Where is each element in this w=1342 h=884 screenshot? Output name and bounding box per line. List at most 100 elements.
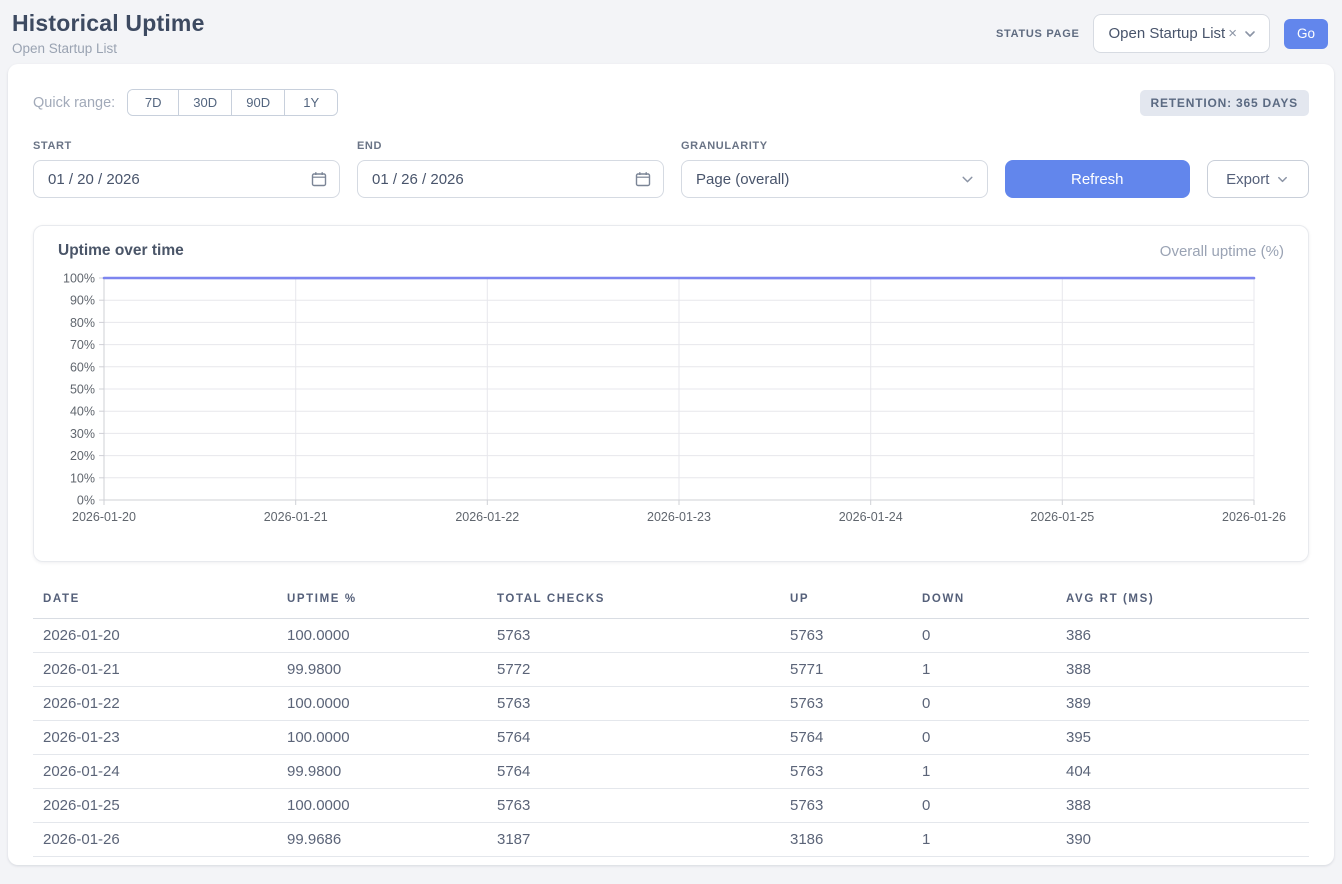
table-cell: 388: [1056, 789, 1309, 823]
table-cell: 2026-01-26: [33, 823, 277, 857]
export-button[interactable]: Export: [1207, 160, 1309, 198]
chevron-down-icon: [1276, 173, 1289, 186]
table-cell: 1: [912, 823, 1056, 857]
quick-range-30d[interactable]: 30D: [178, 90, 231, 115]
svg-text:2026-01-24: 2026-01-24: [839, 510, 903, 524]
table-cell: 99.9800: [277, 653, 487, 687]
filters-row: START 01 / 20 / 2026 END 01 / 26 / 2026 …: [33, 140, 1309, 198]
column-header: AVG RT (MS): [1056, 585, 1309, 619]
column-header: DOWN: [912, 585, 1056, 619]
chevron-down-icon: [1243, 27, 1257, 41]
chart-legend: Overall uptime (%): [1160, 243, 1284, 260]
svg-text:50%: 50%: [70, 383, 95, 397]
table-cell: 99.9686: [277, 823, 487, 857]
quick-range-7d[interactable]: 7D: [128, 90, 178, 115]
table-cell: 2026-01-21: [33, 653, 277, 687]
go-button[interactable]: Go: [1284, 19, 1328, 49]
table-cell: 5763: [780, 755, 912, 789]
end-date-input[interactable]: 01 / 26 / 2026: [357, 160, 664, 198]
chart-title: Uptime over time: [58, 242, 184, 260]
table-cell: 5771: [780, 653, 912, 687]
svg-text:60%: 60%: [70, 360, 95, 374]
svg-text:20%: 20%: [70, 449, 95, 463]
end-date-value: 01 / 26 / 2026: [372, 171, 464, 188]
status-page-select[interactable]: Open Startup List ×: [1093, 14, 1270, 53]
table-cell: 2026-01-22: [33, 687, 277, 721]
clear-icon[interactable]: ×: [1228, 25, 1237, 42]
table-cell: 5763: [780, 619, 912, 653]
svg-text:70%: 70%: [70, 338, 95, 352]
start-date-input[interactable]: 01 / 20 / 2026: [33, 160, 340, 198]
chevron-down-icon: [960, 172, 975, 187]
table-cell: 5764: [487, 755, 780, 789]
quick-range-1y[interactable]: 1Y: [284, 90, 337, 115]
svg-text:100%: 100%: [63, 272, 95, 286]
table-cell: 3186: [780, 823, 912, 857]
granularity-select[interactable]: Page (overall): [681, 160, 988, 198]
page-title: Historical Uptime: [12, 10, 205, 37]
svg-text:90%: 90%: [70, 294, 95, 308]
status-page-select-value: Open Startup List: [1108, 25, 1225, 42]
granularity-value: Page (overall): [696, 171, 789, 188]
quick-range-segmented: 7D30D90D1Y: [127, 89, 338, 116]
svg-text:2026-01-21: 2026-01-21: [264, 510, 328, 524]
table-cell: 5764: [487, 721, 780, 755]
end-label: END: [357, 140, 664, 152]
table-row: 2026-01-2199.9800577257711388: [33, 653, 1309, 687]
table-cell: 5764: [780, 721, 912, 755]
table-cell: 100.0000: [277, 721, 487, 755]
start-label: START: [33, 140, 340, 152]
uptime-chart-card: Uptime over time Overall uptime (%) 0%10…: [33, 225, 1309, 562]
table-cell: 99.9800: [277, 755, 487, 789]
column-header: UP: [780, 585, 912, 619]
retention-badge: RETENTION: 365 DAYS: [1140, 90, 1309, 116]
header-right: STATUS PAGE Open Startup List × Go: [996, 14, 1328, 53]
quick-range-row: Quick range: 7D30D90D1Y RETENTION: 365 D…: [33, 89, 1309, 116]
table-cell: 390: [1056, 823, 1309, 857]
svg-text:2026-01-22: 2026-01-22: [455, 510, 519, 524]
svg-text:40%: 40%: [70, 405, 95, 419]
svg-text:2026-01-23: 2026-01-23: [647, 510, 711, 524]
svg-text:2026-01-25: 2026-01-25: [1030, 510, 1094, 524]
uptime-table: DATEUPTIME %TOTAL CHECKSUPDOWNAVG RT (MS…: [33, 585, 1309, 857]
uptime-line-chart: 0%10%20%30%40%50%60%70%80%90%100%2026-01…: [58, 266, 1284, 537]
table-cell: 3187: [487, 823, 780, 857]
table-cell: 2026-01-25: [33, 789, 277, 823]
table-cell: 5763: [780, 789, 912, 823]
table-cell: 5763: [780, 687, 912, 721]
granularity-label: GRANULARITY: [681, 140, 988, 152]
svg-text:2026-01-20: 2026-01-20: [72, 510, 136, 524]
table-cell: 386: [1056, 619, 1309, 653]
svg-text:2026-01-26: 2026-01-26: [1222, 510, 1286, 524]
table-cell: 100.0000: [277, 789, 487, 823]
table-row: 2026-01-20100.0000576357630386: [33, 619, 1309, 653]
column-header: UPTIME %: [277, 585, 487, 619]
column-header: DATE: [33, 585, 277, 619]
uptime-table-header: DATEUPTIME %TOTAL CHECKSUPDOWNAVG RT (MS…: [33, 585, 1309, 619]
svg-text:30%: 30%: [70, 427, 95, 441]
table-cell: 2026-01-20: [33, 619, 277, 653]
quick-range-label: Quick range:: [33, 95, 115, 111]
calendar-icon[interactable]: [635, 171, 651, 187]
table-row: 2026-01-25100.0000576357630388: [33, 789, 1309, 823]
table-cell: 1: [912, 755, 1056, 789]
table-cell: 0: [912, 789, 1056, 823]
table-cell: 389: [1056, 687, 1309, 721]
table-cell: 0: [912, 619, 1056, 653]
main-panel: Quick range: 7D30D90D1Y RETENTION: 365 D…: [8, 64, 1334, 865]
table-cell: 395: [1056, 721, 1309, 755]
table-cell: 404: [1056, 755, 1309, 789]
calendar-icon[interactable]: [311, 171, 327, 187]
refresh-button[interactable]: Refresh: [1005, 160, 1190, 198]
title-block: Historical Uptime Open Startup List: [12, 10, 205, 56]
quick-range-90d[interactable]: 90D: [231, 90, 284, 115]
table-row: 2026-01-2699.9686318731861390: [33, 823, 1309, 857]
export-button-label: Export: [1226, 171, 1269, 188]
table-cell: 5763: [487, 789, 780, 823]
table-cell: 5763: [487, 687, 780, 721]
status-page-label: STATUS PAGE: [996, 28, 1079, 40]
table-cell: 0: [912, 687, 1056, 721]
table-cell: 388: [1056, 653, 1309, 687]
table-cell: 1: [912, 653, 1056, 687]
table-cell: 0: [912, 721, 1056, 755]
